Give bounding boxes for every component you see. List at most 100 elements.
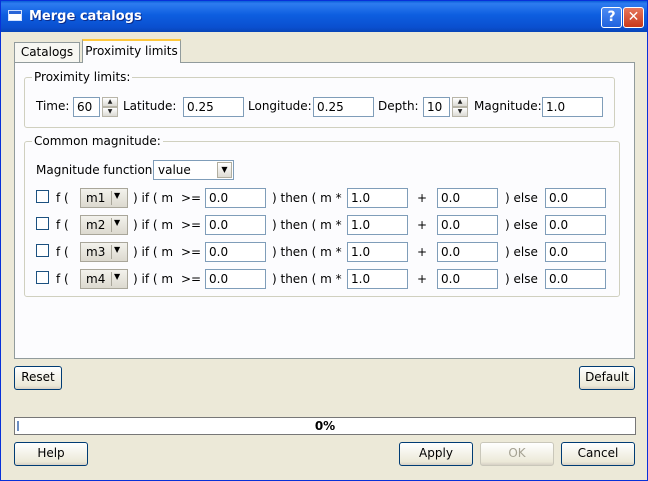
tab-panel: Proximity limits: Time: 60 ▲ ▼ Latitude:… [14,62,635,359]
window-title: Merge catalogs [29,9,142,24]
proximity-limits-legend: Proximity limits: [32,70,133,84]
threshold-input[interactable]: 0.0 [205,242,266,262]
depth-input[interactable]: 10 [423,97,450,117]
apply-button[interactable]: Apply [399,442,473,466]
offset-input[interactable]: 0.0 [437,188,498,208]
common-magnitude-group: Common magnitude: Magnitude function: va… [24,134,620,297]
if-label: ) if ( m [133,272,174,286]
progress-bar: 0% [14,417,636,435]
threshold-input[interactable]: 0.0 [205,269,266,289]
else-label: ) else [505,191,538,205]
if-label: ) if ( m [133,191,174,205]
time-input[interactable]: 60 [73,97,100,117]
plus-label: + [417,245,428,259]
magnitude-input[interactable]: 1.0 [542,97,603,117]
combo-separator [111,191,112,205]
cancel-button[interactable]: Cancel [561,442,635,466]
combo-separator [111,272,112,286]
magnitude-source-select[interactable]: m1 ▼ [80,188,128,208]
ok-button[interactable]: OK [480,442,554,466]
operator-label: >= [181,191,202,205]
if-label: ) if ( m [133,218,174,232]
operator-label: >= [181,218,202,232]
close-title-button[interactable]: ✕ [623,7,644,28]
else-input[interactable]: 0.0 [545,188,606,208]
f-open-label: f ( [56,218,69,232]
magnitude-source-select[interactable]: m3 ▼ [80,242,128,262]
then-label: ) then ( m * [272,191,342,205]
default-button[interactable]: Default [579,366,635,390]
offset-input[interactable]: 0.0 [437,269,498,289]
spin-down-icon[interactable]: ▼ [102,107,118,117]
else-input[interactable]: 0.0 [545,215,606,235]
else-input[interactable]: 0.0 [545,242,606,262]
window-icon [8,10,22,21]
combo-separator [111,218,112,232]
plus-label: + [417,218,428,232]
magnitude-function-value: value [158,163,191,177]
magnitude-function-select[interactable]: value ▼ [153,160,234,180]
spin-down-icon[interactable]: ▼ [452,107,468,117]
threshold-input[interactable]: 0.0 [205,215,266,235]
magnitude-source-value: m3 [86,245,106,259]
row-checkbox[interactable] [36,190,49,203]
then-label: ) then ( m * [272,272,342,286]
plus-label: + [417,191,428,205]
combo-separator [111,245,112,259]
common-magnitude-legend: Common magnitude: [32,134,163,148]
magnitude-source-select[interactable]: m2 ▼ [80,215,128,235]
operator-label: >= [181,245,202,259]
help-button[interactable]: Help [14,442,88,466]
then-label: ) then ( m * [272,245,342,259]
progress-fill [17,421,19,431]
else-label: ) else [505,272,538,286]
if-label: ) if ( m [133,245,174,259]
tab-proximity-limits[interactable]: Proximity limits [82,39,181,63]
else-input[interactable]: 0.0 [545,269,606,289]
magnitude-label: Magnitude: [474,99,542,113]
title-bar[interactable]: Merge catalogs ? ✕ [1,1,647,32]
reset-button[interactable]: Reset [14,366,62,390]
offset-input[interactable]: 0.0 [437,242,498,262]
magnitude-source-select[interactable]: m4 ▼ [80,269,128,289]
offset-input[interactable]: 0.0 [437,215,498,235]
progress-text: 0% [314,419,336,433]
magnitude-source-value: m2 [86,218,106,232]
time-spinner[interactable]: ▲ ▼ [102,97,118,117]
chevron-down-icon[interactable]: ▼ [217,162,232,178]
operator-label: >= [181,272,202,286]
f-open-label: f ( [56,245,69,259]
merge-catalogs-window: Merge catalogs ? ✕ Catalogs Proximity li… [0,0,648,481]
row-checkbox[interactable] [36,271,49,284]
depth-spinner[interactable]: ▲ ▼ [452,97,468,117]
magnitude-function-label: Magnitude function: [36,163,157,177]
multiplier-input[interactable]: 1.0 [347,242,408,262]
multiplier-input[interactable]: 1.0 [347,269,408,289]
row-checkbox[interactable] [36,217,49,230]
chevron-down-icon[interactable]: ▼ [114,191,120,200]
spin-up-icon[interactable]: ▲ [102,97,118,107]
else-label: ) else [505,218,538,232]
longitude-label: Longitude: [248,99,312,113]
then-label: ) then ( m * [272,218,342,232]
else-label: ) else [505,245,538,259]
multiplier-input[interactable]: 1.0 [347,215,408,235]
longitude-input[interactable]: 0.25 [313,97,374,117]
time-label: Time: [36,99,70,113]
latitude-input[interactable]: 0.25 [183,97,244,117]
spin-up-icon[interactable]: ▲ [452,97,468,107]
f-open-label: f ( [56,272,69,286]
tab-catalogs[interactable]: Catalogs [14,42,80,63]
magnitude-source-value: m4 [86,272,106,286]
chevron-down-icon[interactable]: ▼ [114,245,120,254]
threshold-input[interactable]: 0.0 [205,188,266,208]
proximity-limits-group: Proximity limits: Time: 60 ▲ ▼ Latitude:… [24,70,615,128]
row-checkbox[interactable] [36,244,49,257]
chevron-down-icon[interactable]: ▼ [114,272,120,281]
plus-label: + [417,272,428,286]
help-title-button[interactable]: ? [601,7,622,28]
magnitude-source-value: m1 [86,191,106,205]
f-open-label: f ( [56,191,69,205]
chevron-down-icon[interactable]: ▼ [114,218,120,227]
multiplier-input[interactable]: 1.0 [347,188,408,208]
